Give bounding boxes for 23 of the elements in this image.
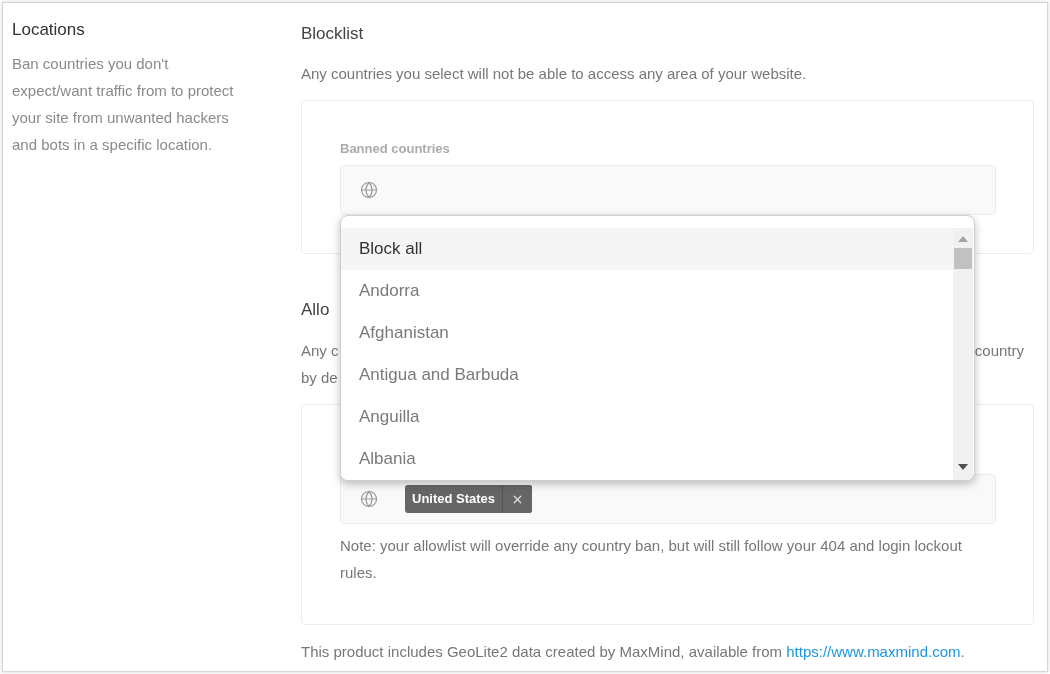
scrollbar-thumb[interactable] [954,248,972,269]
globe-icon [360,490,378,508]
allowlist-description: Any c [301,341,339,361]
allowlist-note: Note: your allowlist will override any country ban, but will still follow your 404 and login lockout rules. [340,536,963,583]
dropdown-option[interactable]: Albania [341,438,953,480]
globe-icon [360,181,378,199]
field-label: Banned countries [340,140,451,158]
remove-tag-button[interactable] [502,485,533,513]
country-select-field[interactable] [340,165,996,215]
blocklist-heading: Blocklist [301,23,365,45]
scrollbar[interactable] [953,228,973,480]
allowlist-description: by de [301,368,338,388]
blocklist-description: Any countries you select will not be able to access any area of your website. [301,64,808,84]
allowlist-description: country [974,341,1024,361]
scroll-down-arrow-icon[interactable] [958,464,968,470]
attribution-text: This product includes GeoLite2 data created by MaxMind, available from https://www.maxmind.com. [301,642,966,662]
dropdown-option[interactable]: Block all [341,228,953,270]
maxmind-link[interactable]: https://www.maxmind.com [786,643,961,660]
allowlist-heading: Allo [301,299,331,321]
section-title: Locations [12,19,86,41]
section-description: Ban countries you don't expect/want traffic from to protect your site from unwanted hackers and bots in a specific location. [12,54,235,155]
tag-label: United States [411,490,497,509]
scroll-up-arrow-icon[interactable] [958,236,968,242]
